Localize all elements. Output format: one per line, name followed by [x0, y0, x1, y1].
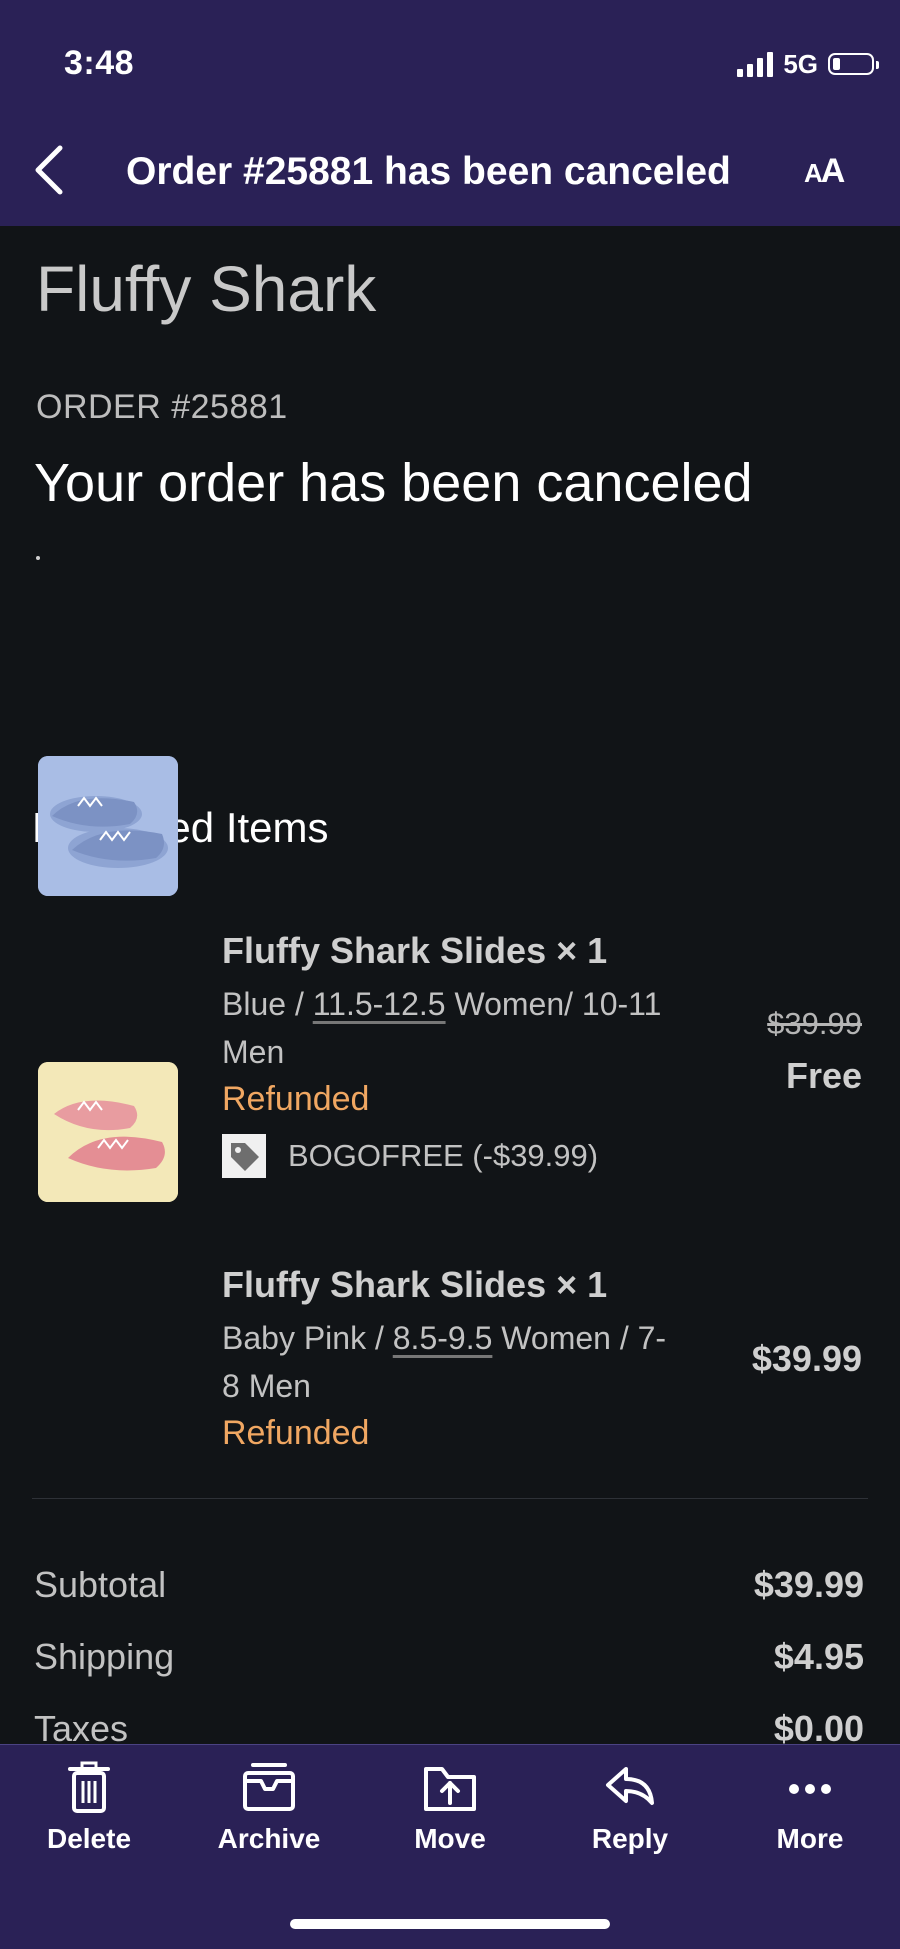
- bottom-toolbar: Delete Archive Move Reply More: [0, 1744, 900, 1949]
- more-dots-icon: [789, 1784, 831, 1794]
- archive-button[interactable]: Archive: [184, 1761, 354, 1855]
- network-type: 5G: [783, 48, 818, 79]
- email-body[interactable]: Fluffy Shark ORDER #25881 Your order has…: [0, 226, 900, 1744]
- order-status-heading: Your order has been canceled: [34, 453, 753, 513]
- email-subject-title: Order #25881 has been canceled: [126, 150, 731, 193]
- reply-icon: [606, 1767, 654, 1805]
- reply-button[interactable]: Reply: [545, 1761, 715, 1855]
- product-image-pink-slides[interactable]: [38, 1062, 178, 1202]
- home-indicator[interactable]: [290, 1919, 610, 1929]
- shop-name: Fluffy Shark: [36, 253, 377, 325]
- status-time: 3:48: [64, 44, 135, 82]
- separator-dot: [36, 556, 40, 560]
- nav-header: 3:48 5G Order #25881 has been canceled A…: [0, 0, 900, 226]
- status-indicators: 5G: [737, 48, 879, 80]
- trash-icon: [68, 1761, 110, 1813]
- more-button[interactable]: More: [725, 1761, 895, 1855]
- order-number: ORDER #25881: [36, 388, 288, 426]
- delete-button[interactable]: Delete: [4, 1761, 174, 1855]
- move-folder-icon: [424, 1767, 476, 1811]
- product-image-blue-slides[interactable]: [38, 756, 178, 896]
- battery-icon: [828, 53, 879, 75]
- cellular-signal-icon: [737, 51, 774, 77]
- archive-icon: [243, 1763, 295, 1811]
- back-chevron-icon[interactable]: [30, 142, 74, 198]
- text-size-icon[interactable]: AA: [804, 152, 845, 191]
- move-button[interactable]: Move: [365, 1761, 535, 1855]
